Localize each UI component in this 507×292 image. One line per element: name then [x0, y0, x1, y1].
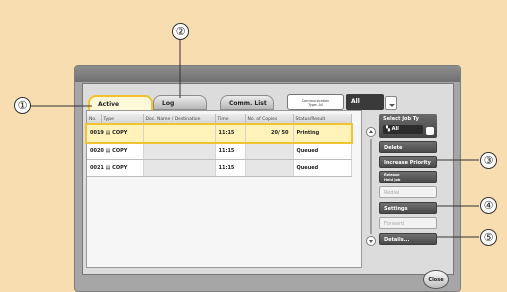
callout-lines: [30, 39, 479, 238]
callout-5: ⑤: [480, 229, 497, 246]
callout-4: ④: [480, 197, 497, 214]
callout-3: ③: [480, 152, 497, 169]
callout-1: ①: [14, 97, 31, 114]
callout-2: ②: [172, 23, 189, 40]
